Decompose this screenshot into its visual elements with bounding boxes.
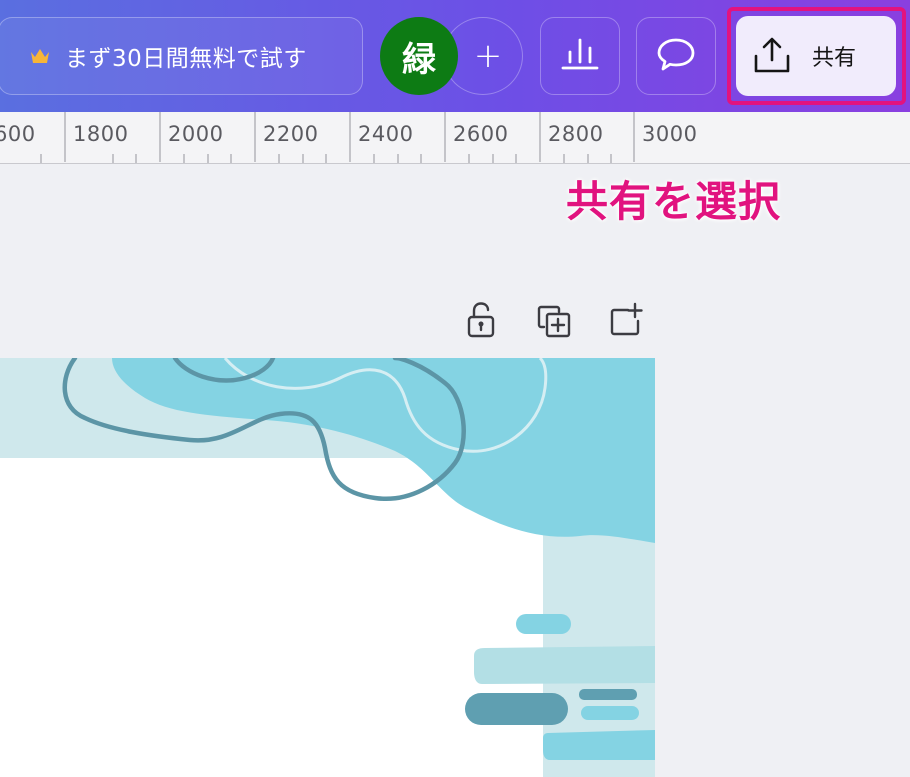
crown-icon — [29, 46, 51, 66]
free-trial-button[interactable]: まず30日間無料で試す — [0, 17, 363, 95]
ruler-minor-tick — [492, 154, 494, 163]
ruler-major-tick — [159, 112, 161, 162]
ruler-minor-tick — [397, 154, 399, 163]
ruler-minor-tick — [135, 154, 137, 163]
editor-header: まず30日間無料で試す + 緑 共有 — [0, 0, 910, 112]
ruler-label: 2600 — [453, 122, 509, 146]
upload-icon — [752, 36, 792, 76]
comment-button[interactable] — [636, 17, 716, 95]
ruler-minor-tick — [610, 154, 612, 163]
insights-button[interactable] — [540, 17, 620, 95]
ruler-label: 600 — [0, 122, 36, 146]
share-button[interactable]: 共有 — [736, 16, 896, 96]
ruler-minor-tick — [373, 154, 375, 163]
ruler-label: 2400 — [358, 122, 414, 146]
bar-chart-icon — [559, 34, 601, 78]
instruction-callout: 共有を選択 — [566, 177, 782, 226]
share-label: 共有 — [812, 46, 857, 71]
ruler-minor-tick — [515, 154, 517, 163]
lock-icon[interactable] — [463, 300, 499, 340]
duplicate-page-icon[interactable] — [536, 300, 572, 340]
ruler-major-tick — [633, 112, 635, 162]
ruler-minor-tick — [278, 154, 280, 163]
speech-bubble-icon — [655, 34, 697, 78]
ruler-major-tick — [254, 112, 256, 162]
ruler-major-tick — [64, 112, 66, 162]
user-avatar[interactable]: 緑 — [380, 17, 458, 95]
ruler-label: 2200 — [263, 122, 319, 146]
plus-icon: + — [473, 36, 503, 76]
ruler-minor-tick — [587, 154, 589, 163]
free-trial-label: まず30日間無料で試す — [65, 46, 307, 72]
ruler-label: 2000 — [168, 122, 224, 146]
ruler-minor-tick — [40, 154, 42, 163]
ruler-minor-tick — [468, 154, 470, 163]
ruler-minor-tick — [112, 154, 114, 163]
ruler-major-tick — [349, 112, 351, 162]
ruler-major-tick — [539, 112, 541, 162]
ruler-minor-tick — [230, 154, 232, 163]
ruler-minor-tick — [302, 154, 304, 163]
ruler-minor-tick — [420, 154, 422, 163]
add-page-icon[interactable] — [608, 300, 644, 340]
ruler-minor-tick — [563, 154, 565, 163]
ruler-label: 2800 — [548, 122, 604, 146]
ruler-minor-tick — [207, 154, 209, 163]
ruler-label: 1800 — [73, 122, 129, 146]
ruler-minor-tick — [183, 154, 185, 163]
avatar-initial: 緑 — [402, 39, 436, 80]
page-artwork — [0, 358, 655, 777]
ruler-minor-tick — [325, 154, 327, 163]
design-page[interactable] — [0, 358, 655, 777]
ruler-label: 3000 — [642, 122, 698, 146]
ruler-major-tick — [444, 112, 446, 162]
horizontal-ruler: 600 1800 2000 2200 2400 2600 2800 3000 — [0, 112, 910, 164]
